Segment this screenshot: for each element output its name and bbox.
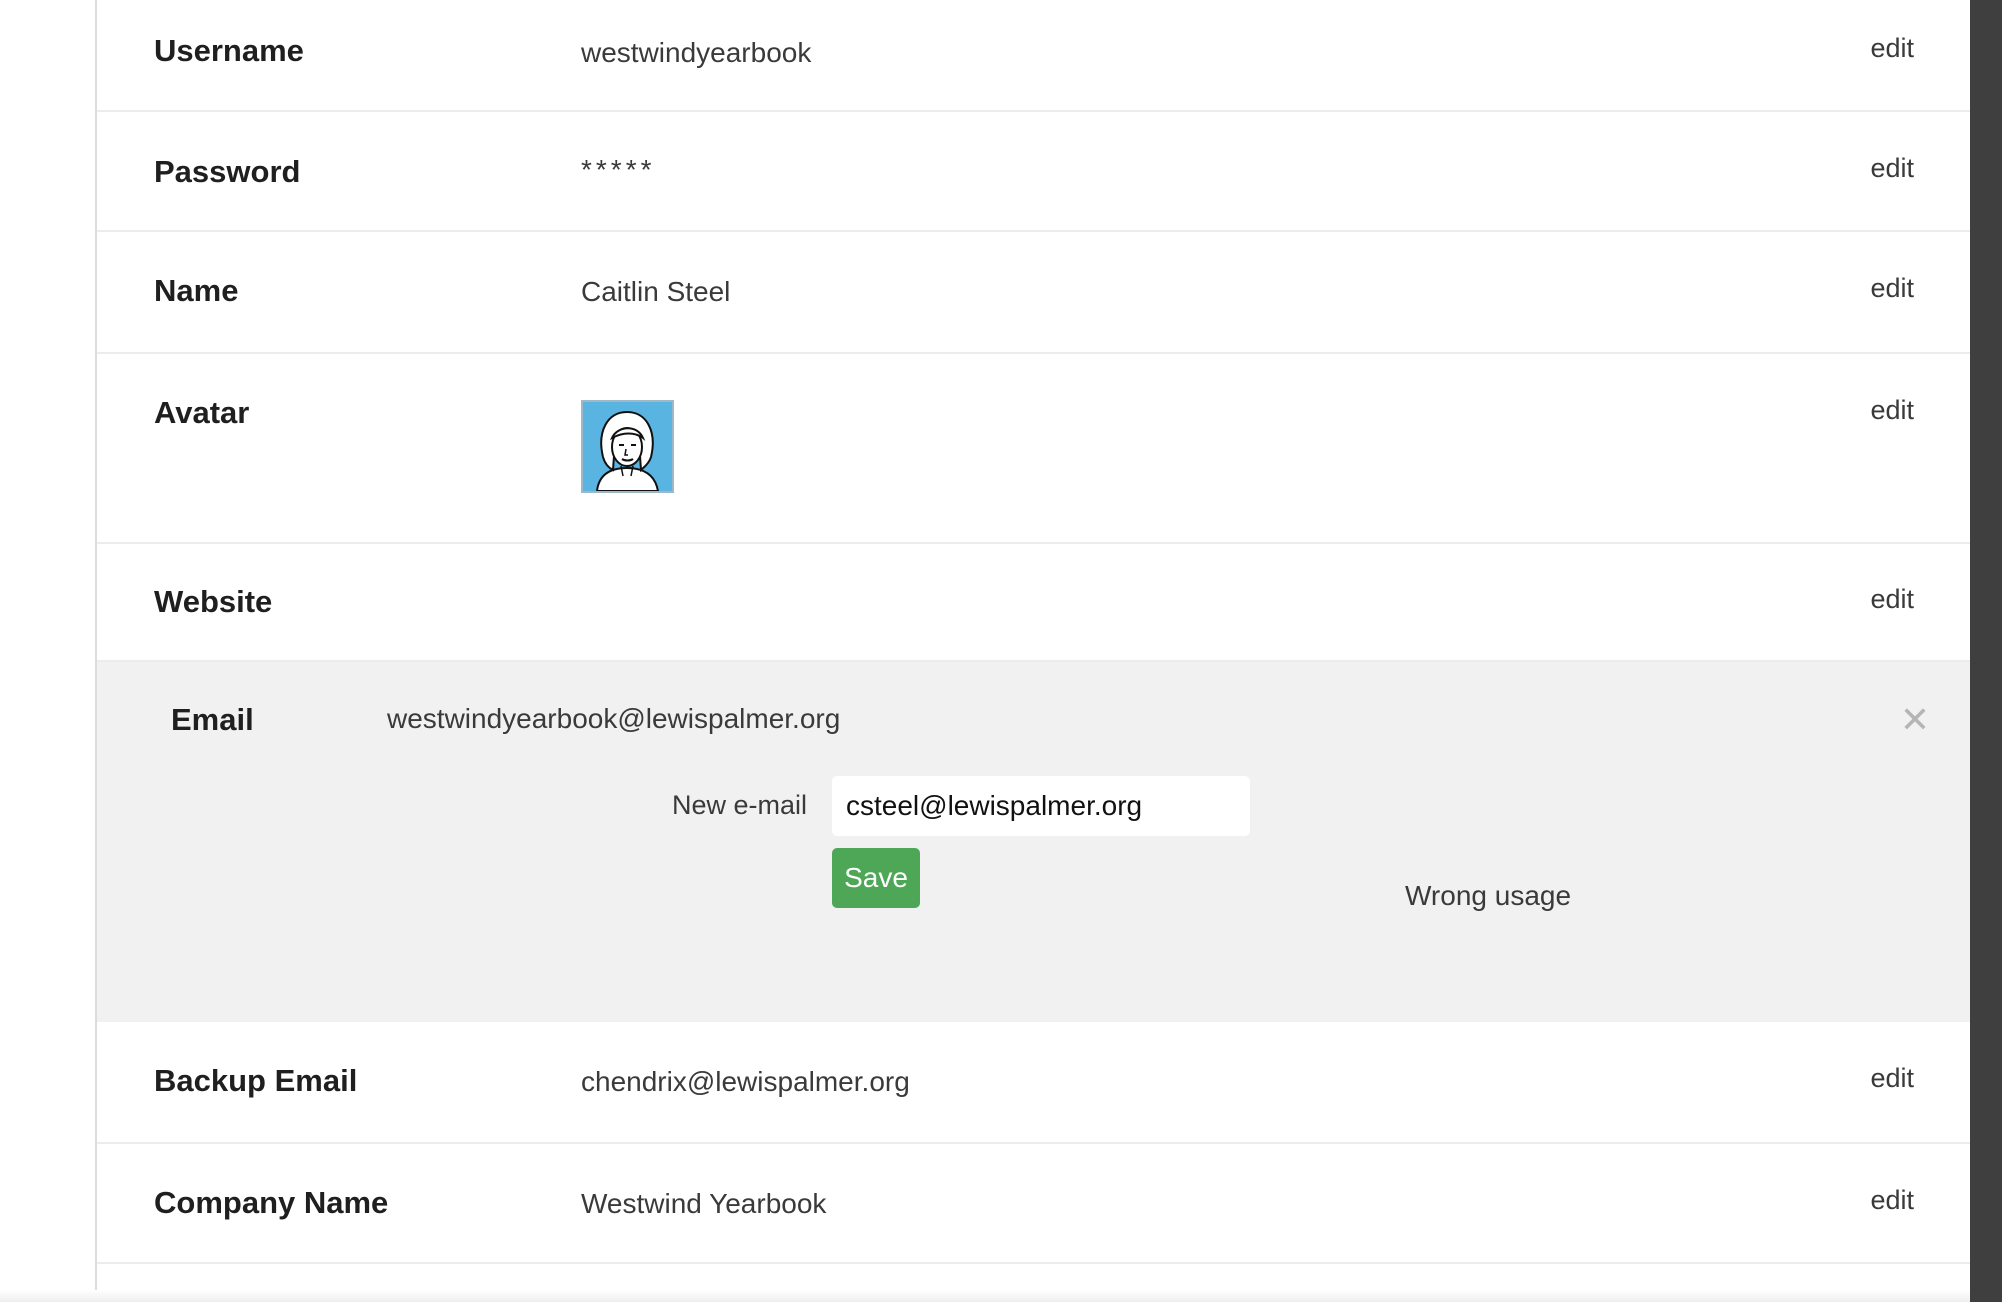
new-email-input[interactable] bbox=[832, 776, 1250, 836]
name-label: Name bbox=[154, 273, 239, 308]
name-value: Caitlin Steel bbox=[581, 276, 731, 307]
save-button[interactable]: Save bbox=[832, 848, 920, 908]
bottom-shadow bbox=[0, 1290, 1970, 1302]
edit-company-name-link[interactable]: edit bbox=[1870, 1185, 1914, 1216]
row-backup-email: Backup Email chendrix@lewispalmer.org ed… bbox=[97, 1022, 1970, 1144]
close-icon[interactable]: ✕ bbox=[1900, 702, 1930, 738]
edit-website-link[interactable]: edit bbox=[1870, 584, 1914, 615]
left-sidebar-rail bbox=[0, 0, 97, 1302]
row-website: Website edit bbox=[97, 544, 1970, 662]
edit-avatar-link[interactable]: edit bbox=[1870, 395, 1914, 426]
email-editor-panel: Email westwindyearbook@lewispalmer.org ✕… bbox=[97, 662, 1970, 1022]
edit-name-link[interactable]: edit bbox=[1870, 273, 1914, 304]
window-edge bbox=[1970, 0, 2002, 1302]
avatar-label: Avatar bbox=[154, 395, 250, 430]
website-label: Website bbox=[154, 584, 273, 619]
row-avatar: Avatar edit bbox=[97, 354, 1970, 544]
current-email-value: westwindyearbook@lewispalmer.org bbox=[387, 703, 841, 734]
backup-email-label: Backup Email bbox=[154, 1063, 358, 1098]
password-label: Password bbox=[154, 154, 301, 189]
edit-username-link[interactable]: edit bbox=[1870, 33, 1914, 64]
edit-backup-email-link[interactable]: edit bbox=[1870, 1063, 1914, 1094]
avatar-image bbox=[581, 400, 674, 493]
account-settings-page: Username westwindyearbook edit Password … bbox=[0, 0, 2002, 1302]
error-message: Wrong usage bbox=[1405, 880, 1572, 911]
username-label: Username bbox=[154, 33, 304, 68]
edit-password-link[interactable]: edit bbox=[1870, 153, 1914, 184]
row-company-name: Company Name Westwind Yearbook edit bbox=[97, 1144, 1970, 1264]
new-email-label: New e-mail bbox=[672, 790, 808, 820]
woman-portrait-icon bbox=[583, 402, 672, 492]
email-label: Email bbox=[171, 702, 254, 737]
profile-panel: Username westwindyearbook edit Password … bbox=[97, 0, 1970, 1302]
row-username: Username westwindyearbook edit bbox=[97, 0, 1970, 112]
company-name-label: Company Name bbox=[154, 1185, 389, 1220]
backup-email-value: chendrix@lewispalmer.org bbox=[581, 1066, 910, 1097]
row-name: Name Caitlin Steel edit bbox=[97, 232, 1970, 354]
password-value: ***** bbox=[581, 154, 656, 185]
company-name-value: Westwind Yearbook bbox=[581, 1188, 827, 1219]
row-password: Password ***** edit bbox=[97, 112, 1970, 232]
username-value: westwindyearbook bbox=[581, 37, 812, 68]
